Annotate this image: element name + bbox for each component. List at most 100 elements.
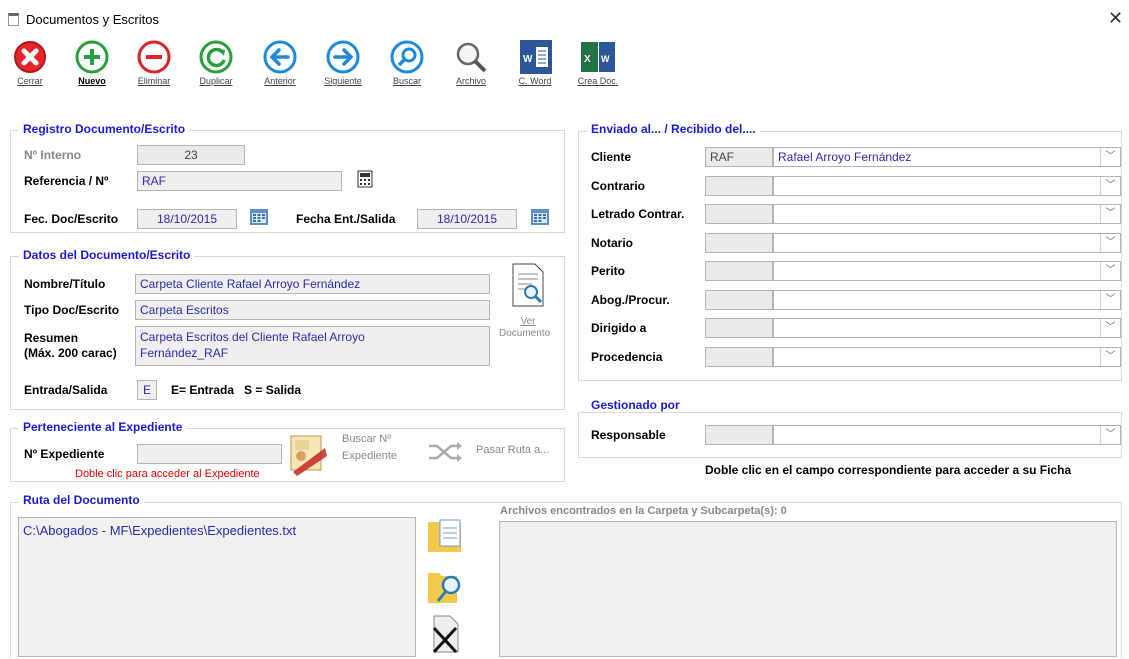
enviado-code-field[interactable] <box>705 232 773 253</box>
interno-label: Nº Interno <box>24 148 82 162</box>
folder-document-icon[interactable] <box>427 516 463 554</box>
enviado-row-label: Contrario <box>591 178 645 193</box>
chevron-down-icon[interactable]: ﹀ <box>1100 426 1120 444</box>
nombre-label: Nombre/Título <box>24 277 106 291</box>
expediente-num-field[interactable] <box>137 444 282 464</box>
toolbar-button-buscar[interactable]: Buscar <box>383 40 431 100</box>
calendar-icon[interactable] <box>530 206 550 226</box>
enviado-title: Enviado al... / Recibido del.... <box>587 122 760 136</box>
enviado-row: Contrario ﹀ <box>578 174 1122 198</box>
enviado-row: Perito ﹀ <box>578 259 1122 283</box>
chevron-down-icon[interactable]: ﹀ <box>1100 148 1120 166</box>
minus-circle-icon <box>137 40 171 74</box>
enviado-code-field[interactable] <box>705 289 773 310</box>
enviado-row: Abog./Procur. ﹀ <box>578 288 1122 312</box>
toolbar-button-label: Buscar <box>392 76 421 86</box>
enviado-combo[interactable]: ﹀ <box>773 232 1121 253</box>
toolbar-button-nuevo[interactable]: Nuevo <box>68 40 116 100</box>
toolbar-button-label: Cerrar <box>17 76 43 86</box>
fec-ent-field[interactable]: 18/10/2015 <box>417 209 517 229</box>
archivos-list[interactable] <box>499 521 1117 657</box>
chevron-down-icon[interactable]: ﹀ <box>1100 347 1120 366</box>
enviado-code-field[interactable] <box>705 346 773 367</box>
nombre-field[interactable]: Carpeta Cliente Rafael Arroyo Fernández <box>135 274 490 294</box>
responsable-combo[interactable]: ﹀ <box>773 425 1121 445</box>
enviado-code-field[interactable] <box>705 204 773 224</box>
enviado-row-label: Letrado Contrar. <box>591 207 685 221</box>
interno-field: 23 <box>137 145 245 165</box>
enviado-combo[interactable]: ﹀ <box>773 261 1121 281</box>
chevron-down-icon[interactable]: ﹀ <box>1100 233 1120 252</box>
gestionado-title: Gestionado por <box>587 398 684 412</box>
refresh-circle-icon <box>199 40 233 74</box>
expediente-hint: Doble clic para acceder al Expediente <box>75 468 260 480</box>
gestionado-hint: Doble clic en el campo correspondiente p… <box>705 463 1072 477</box>
chevron-down-icon[interactable]: ﹀ <box>1100 319 1120 337</box>
enviado-rows: Cliente RAF Rafael Arroyo Fernández ﹀ Contra… <box>578 145 1122 375</box>
expediente-title: Perteneciente al Expediente <box>19 420 187 434</box>
fec-doc-label: Fec. Doc/Escrito <box>24 212 119 226</box>
es-field[interactable]: E <box>137 380 157 400</box>
enviado-combo[interactable]: ﹀ <box>773 175 1121 196</box>
toolbar-button-label: Archivo <box>455 76 486 86</box>
enviado-combo[interactable]: ﹀ <box>773 318 1121 338</box>
ruta-path-area[interactable]: C:\Abogados - MF\Expedientes\Expedientes… <box>18 517 416 657</box>
toolbar-button-label: Anterior <box>264 76 296 86</box>
enviado-combo[interactable]: Rafael Arroyo Fernández ﹀ <box>773 147 1121 167</box>
pasar-ruta-label[interactable]: Pasar Ruta a... <box>476 444 549 456</box>
app-icon <box>8 13 19 26</box>
svg-text:W: W <box>523 54 533 65</box>
delete-file-icon[interactable] <box>430 614 462 654</box>
calculator-icon[interactable] <box>357 170 373 188</box>
enviado-code-field[interactable]: RAF <box>705 147 773 167</box>
enviado-combo[interactable]: ﹀ <box>773 289 1121 310</box>
enviado-code-field[interactable] <box>705 261 773 281</box>
window-title: Documentos y Escritos <box>26 12 159 27</box>
buscar-expediente-label[interactable]: Buscar Nº <box>342 433 391 445</box>
toolbar-button-cerrar[interactable]: Cerrar <box>6 40 54 100</box>
referencia-field[interactable]: RAF <box>137 171 342 191</box>
shuffle-icon[interactable] <box>427 440 463 464</box>
ruta-title: Ruta del Documento <box>19 493 144 507</box>
toolbar-button-eliminar[interactable]: Eliminar <box>130 40 178 100</box>
enviado-row-label: Notario <box>591 235 633 250</box>
toolbar-button-anterior[interactable]: Anterior <box>256 40 304 100</box>
buscar-expediente-label[interactable]: Expediente <box>342 450 397 462</box>
enviado-combo[interactable]: ﹀ <box>773 204 1121 224</box>
tipo-field[interactable]: Carpeta Escritos <box>135 300 490 320</box>
resumen-sublabel: (Máx. 200 carac) <box>24 346 117 360</box>
resumen-field[interactable]: Carpeta Escritos del Cliente Rafael Arro… <box>135 326 490 366</box>
datos-title: Datos del Documento/Escrito <box>19 248 195 262</box>
enviado-row-label: Cliente <box>591 150 632 164</box>
enviado-row: Dirigido a ﹀ <box>578 316 1122 340</box>
chevron-down-icon[interactable]: ﹀ <box>1100 290 1120 309</box>
enviado-code-field[interactable] <box>705 318 773 338</box>
fec-doc-field[interactable]: 18/10/2015 <box>137 209 237 229</box>
documento-label[interactable]: Documento <box>499 328 550 339</box>
registro-title: Registro Documento/Escrito <box>19 122 190 136</box>
toolbar-button-duplicar[interactable]: Duplicar <box>192 40 240 100</box>
ruta-path-text: C:\Abogados - MF\Expedientes\Expedientes… <box>23 523 297 538</box>
magnifier-icon <box>456 42 487 73</box>
view-document-icon[interactable] <box>510 262 546 308</box>
chevron-down-icon[interactable]: ﹀ <box>1100 262 1120 280</box>
ver-label[interactable]: Ver <box>516 316 540 327</box>
calendar-icon[interactable] <box>249 206 269 226</box>
toolbar-button-archivo[interactable]: Archivo <box>447 40 495 100</box>
chevron-down-icon[interactable]: ﹀ <box>1100 205 1120 223</box>
enviado-combo[interactable]: ﹀ <box>773 346 1121 367</box>
toolbar-button-c-word[interactable]: W C. Word <box>511 40 559 100</box>
chevron-down-icon[interactable]: ﹀ <box>1100 176 1120 195</box>
toolbar-button-crea-doc[interactable]: X W Crea Doc. <box>574 40 622 100</box>
excel-word-icon: XW <box>581 42 615 72</box>
toolbar-button-siguiente[interactable]: Siguiente <box>319 40 367 100</box>
resumen-line: Carpeta Escritos del Cliente Rafael Arro… <box>140 330 365 344</box>
enviado-code-field[interactable] <box>705 175 773 196</box>
enviado-row: Letrado Contrar. ﹀ <box>578 202 1122 226</box>
close-window-icon[interactable]: ✕ <box>1108 8 1123 29</box>
arrow-left-circle-icon <box>263 40 297 74</box>
responsable-code-field[interactable] <box>705 425 773 445</box>
folder-search-icon[interactable] <box>427 567 465 605</box>
fec-ent-label: Fecha Ent./Salida <box>296 212 396 226</box>
expediente-folder-icon[interactable] <box>289 432 329 476</box>
